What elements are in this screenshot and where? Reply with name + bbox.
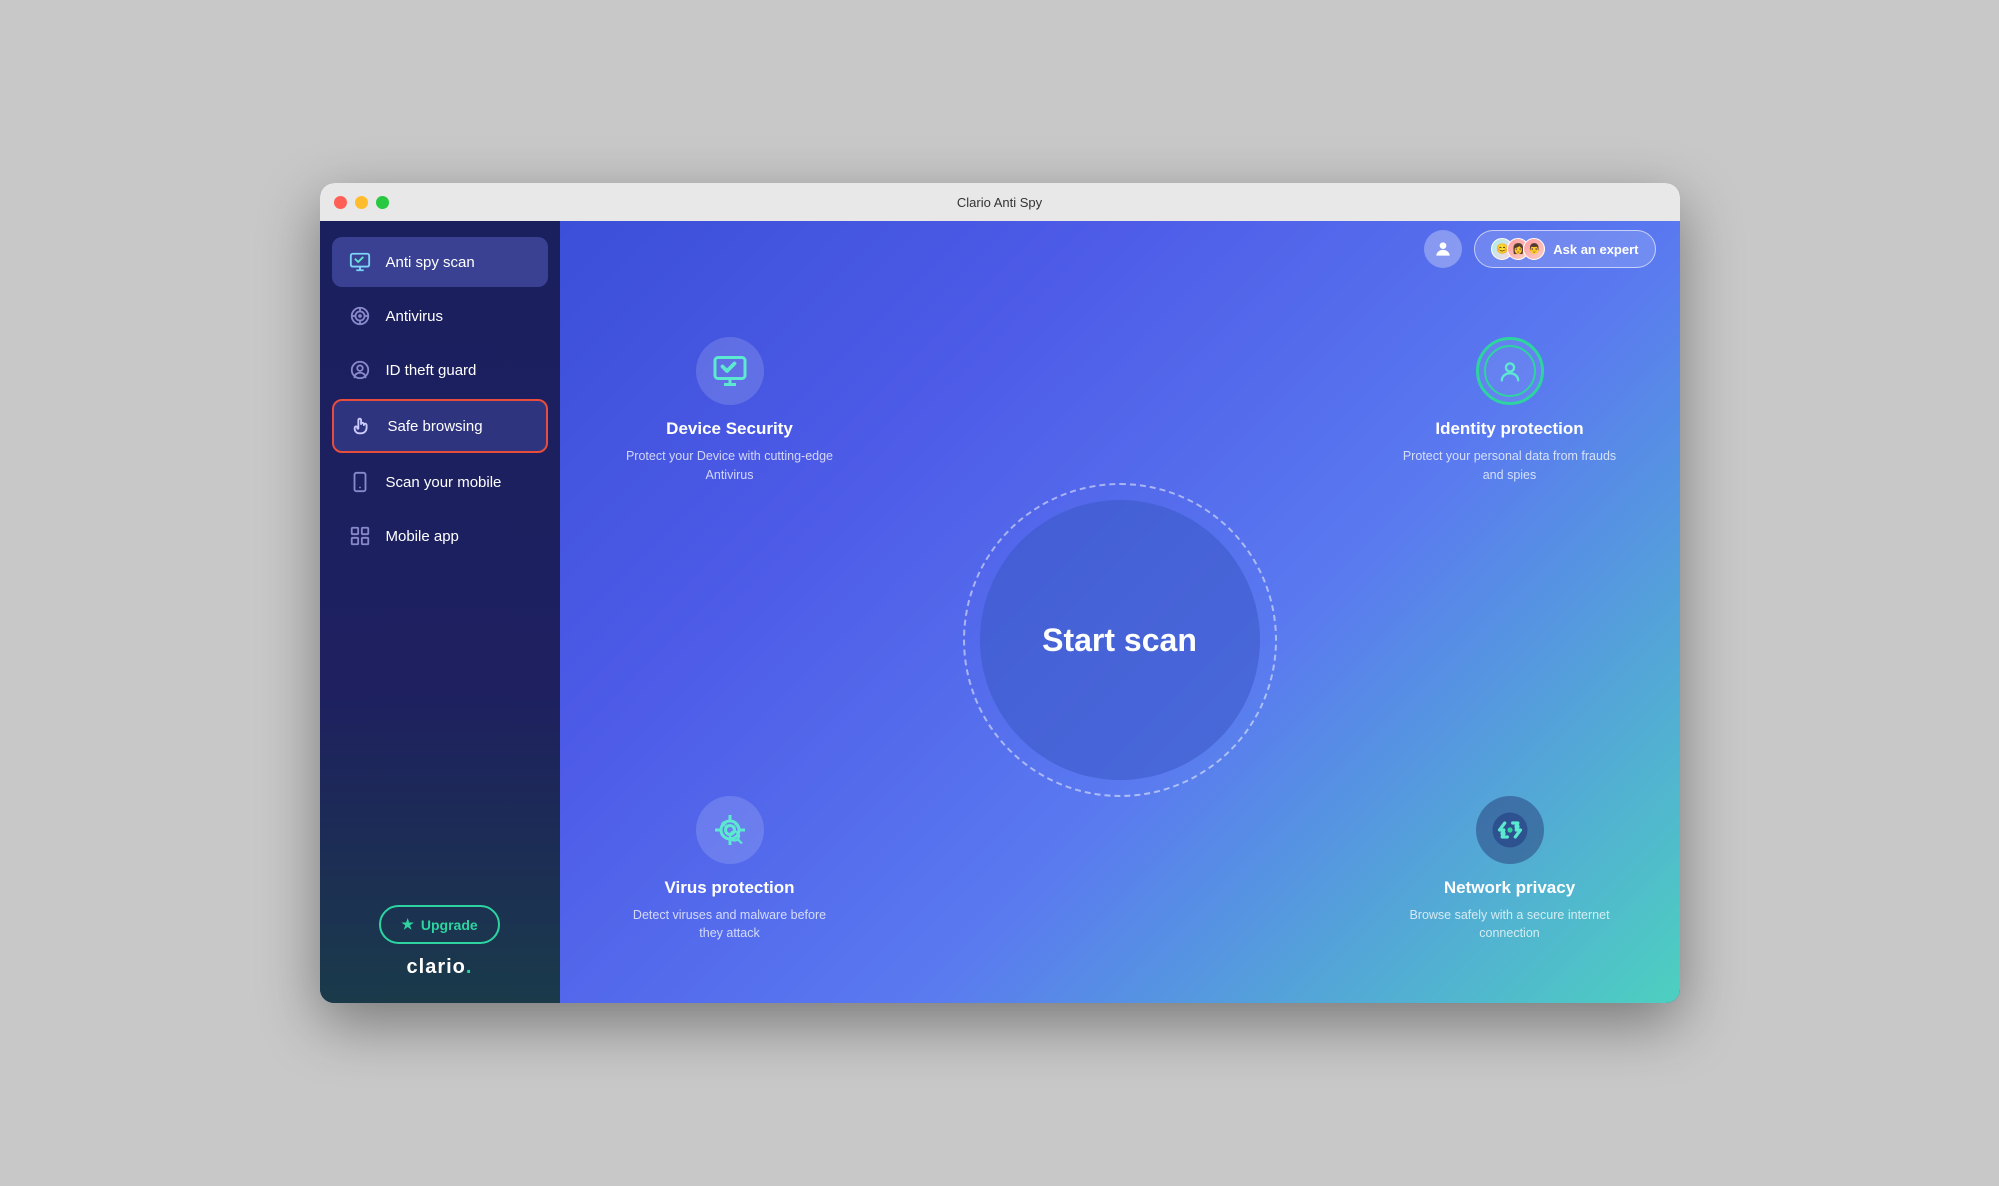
main-area: 😊 👩 👨 Ask an expert bbox=[560, 221, 1680, 1003]
ask-expert-label: Ask an expert bbox=[1553, 242, 1638, 257]
identity-protection-desc: Protect your personal data from frauds a… bbox=[1400, 447, 1620, 485]
center-content: Device Security Protect your Device with… bbox=[560, 277, 1680, 1003]
ask-expert-button[interactable]: 😊 👩 👨 Ask an expert bbox=[1474, 230, 1655, 268]
sidebar-item-mobile-app[interactable]: Mobile app bbox=[332, 511, 548, 561]
sidebar-item-label-antivirus: Antivirus bbox=[386, 308, 444, 325]
maximize-button[interactable] bbox=[376, 196, 389, 209]
sidebar-item-label-id-theft: ID theft guard bbox=[386, 362, 477, 379]
antivirus-icon bbox=[346, 302, 374, 330]
identity-icon-inner bbox=[1484, 345, 1536, 397]
device-security-title: Device Security bbox=[620, 419, 840, 439]
app-window: Clario Anti Spy Anti spy scan bbox=[320, 183, 1680, 1003]
user-avatar[interactable] bbox=[1424, 230, 1462, 268]
virus-protection-desc: Detect viruses and malware before they a… bbox=[620, 906, 840, 944]
device-security-desc: Protect your Device with cutting-edge An… bbox=[620, 447, 840, 485]
sidebar-item-label-anti-spy: Anti spy scan bbox=[386, 254, 475, 271]
upgrade-label: Upgrade bbox=[421, 917, 478, 933]
sidebar-item-label-safe-browsing: Safe browsing bbox=[388, 418, 483, 435]
device-security-icon bbox=[696, 337, 764, 405]
titlebar: Clario Anti Spy bbox=[320, 183, 1680, 221]
window-controls bbox=[334, 196, 389, 209]
sidebar-item-label-scan-mobile: Scan your mobile bbox=[386, 474, 502, 491]
close-button[interactable] bbox=[334, 196, 347, 209]
logo-text: clario bbox=[407, 956, 466, 978]
expert-avatars: 😊 👩 👨 bbox=[1491, 238, 1545, 260]
clario-logo: clario. bbox=[332, 956, 548, 987]
virus-protection-icon bbox=[696, 796, 764, 864]
sidebar: Anti spy scan Anti bbox=[320, 221, 560, 1003]
feature-network-privacy[interactable]: Network privacy Browse safely with a sec… bbox=[1400, 796, 1620, 944]
scan-button-label: Start scan bbox=[1042, 622, 1197, 659]
sidebar-item-antivirus[interactable]: Antivirus bbox=[332, 291, 548, 341]
nav-list: Anti spy scan Anti bbox=[332, 237, 548, 889]
feature-virus-protection[interactable]: Virus protection Detect viruses and malw… bbox=[620, 796, 840, 944]
sidebar-item-scan-mobile[interactable]: Scan your mobile bbox=[332, 457, 548, 507]
grid-icon bbox=[346, 522, 374, 550]
monitor-icon bbox=[346, 248, 374, 276]
logo-dot: . bbox=[466, 956, 473, 978]
minimize-button[interactable] bbox=[355, 196, 368, 209]
network-privacy-desc: Browse safely with a secure internet con… bbox=[1400, 906, 1620, 944]
start-scan-button[interactable]: Start scan bbox=[980, 500, 1260, 780]
network-privacy-title: Network privacy bbox=[1400, 878, 1620, 898]
hand-icon bbox=[348, 412, 376, 440]
sidebar-item-safe-browsing[interactable]: Safe browsing bbox=[332, 399, 548, 453]
network-privacy-icon bbox=[1476, 796, 1544, 864]
sidebar-item-anti-spy-scan[interactable]: Anti spy scan bbox=[332, 237, 548, 287]
window-title: Clario Anti Spy bbox=[957, 195, 1042, 210]
sidebar-item-label-mobile-app: Mobile app bbox=[386, 528, 459, 545]
topbar: 😊 👩 👨 Ask an expert bbox=[560, 221, 1680, 277]
expert-avatar-3: 👨 bbox=[1523, 238, 1545, 260]
feature-identity-protection[interactable]: Identity protection Protect your persona… bbox=[1400, 337, 1620, 485]
star-icon: ★ bbox=[401, 916, 414, 933]
identity-protection-title: Identity protection bbox=[1400, 419, 1620, 439]
sidebar-item-id-theft-guard[interactable]: ID theft guard bbox=[332, 345, 548, 395]
identity-protection-icon bbox=[1476, 337, 1544, 405]
id-theft-icon bbox=[346, 356, 374, 384]
upgrade-button[interactable]: ★ Upgrade bbox=[379, 905, 499, 944]
feature-device-security[interactable]: Device Security Protect your Device with… bbox=[620, 337, 840, 485]
mobile-icon bbox=[346, 468, 374, 496]
virus-protection-title: Virus protection bbox=[620, 878, 840, 898]
app-content: Anti spy scan Anti bbox=[320, 221, 1680, 1003]
